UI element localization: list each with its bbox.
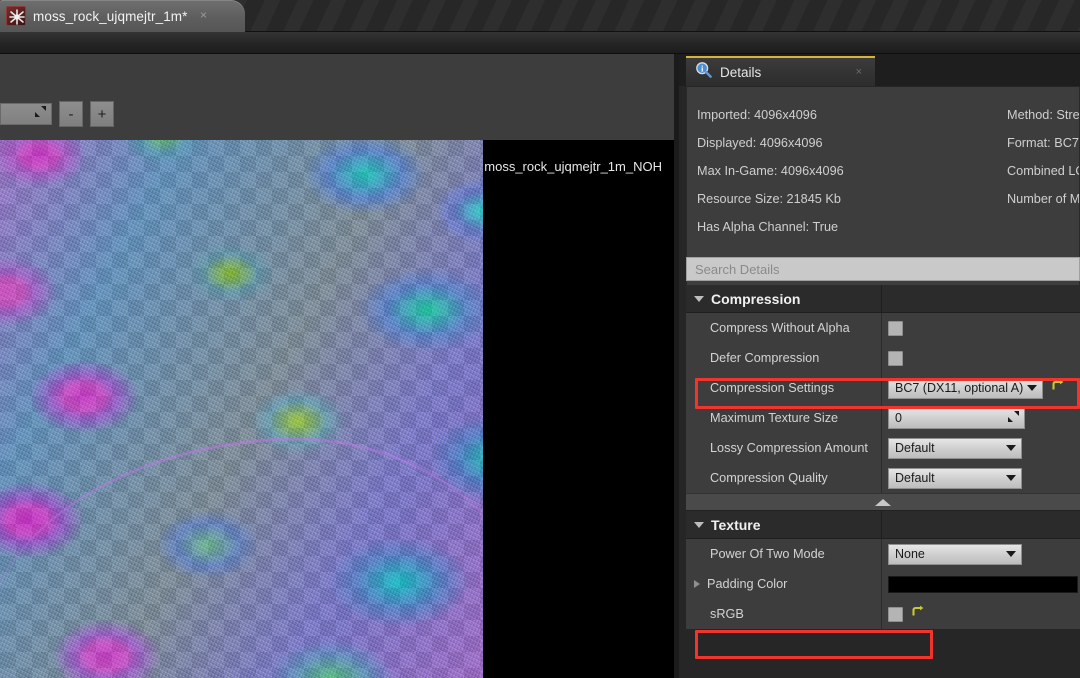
compression-settings-dropdown[interactable]: BC7 (DX11, optional A) <box>888 377 1043 399</box>
prop-value: 0 <box>881 403 1080 433</box>
details-panel: i Details × Imported: 4096x4096 Displaye… <box>679 54 1080 678</box>
chevron-down-icon <box>694 521 704 528</box>
info-method: Method: Strea <box>1007 108 1080 122</box>
section-header-compression[interactable]: Compression <box>686 285 1080 313</box>
expand-arrows-icon <box>34 105 47 123</box>
texture-asset-icon <box>6 6 26 26</box>
prop-label: Compression Settings <box>710 381 835 395</box>
texture-info-left-column: Imported: 4096x4096 Displayed: 4096x4096… <box>697 101 844 241</box>
zoom-value-field[interactable] <box>0 103 52 125</box>
prop-label: Power Of Two Mode <box>710 547 825 561</box>
details-tab-label: Details <box>720 64 762 80</box>
info-format: Format: BC7 <box>1007 136 1079 150</box>
asset-tab-moss-rock[interactable]: moss_rock_ujqmejtr_1m* × <box>0 0 245 32</box>
section-header-texture[interactable]: Texture <box>686 511 1080 539</box>
chevron-down-icon <box>1006 475 1016 481</box>
prop-value: None <box>881 539 1080 569</box>
texture-image <box>0 140 483 678</box>
section-title: Texture <box>711 516 761 533</box>
tab-details[interactable]: i Details × <box>686 56 875 86</box>
prop-label: Compression Quality <box>710 471 828 485</box>
prop-label: Lossy Compression Amount <box>710 441 868 455</box>
row-padding-color[interactable]: Padding Color <box>686 569 1080 599</box>
unreal-texture-editor-window: moss_rock_ujqmejtr_1m* × - + moss_rock_u… <box>0 0 1080 678</box>
info-imported: Imported: 4096x4096 <box>697 108 817 122</box>
prop-label: Padding Color <box>686 569 881 599</box>
chevron-down-icon <box>1006 551 1016 557</box>
row-compression-settings[interactable]: Compression Settings BC7 (DX11, optional… <box>686 373 1080 403</box>
row-compress-without-alpha[interactable]: Compress Without Alpha <box>686 313 1080 343</box>
expand-arrows-icon <box>1007 410 1020 426</box>
row-defer-compression[interactable]: Defer Compression <box>686 343 1080 373</box>
details-info-magnifier-icon: i <box>695 61 712 83</box>
compression-quality-value: Default <box>895 471 935 485</box>
defer-compression-checkbox[interactable] <box>888 350 903 366</box>
chevron-down-icon <box>1027 385 1037 391</box>
row-srgb[interactable]: sRGB <box>686 599 1080 629</box>
prop-label: Compress Without Alpha <box>710 321 850 335</box>
info-max-in-game: Max In-Game: 4096x4096 <box>697 164 844 178</box>
viewport-toolbar: - + <box>0 98 114 130</box>
texture-editor-area: - + moss_rock_ujqmejtr_1m_NOH <box>0 54 674 678</box>
row-compression-quality[interactable]: Compression Quality Default <box>686 463 1080 493</box>
power-of-two-mode-dropdown[interactable]: None <box>888 543 1022 565</box>
srgb-checkbox[interactable] <box>888 606 903 622</box>
compress-without-alpha-checkbox[interactable] <box>888 320 903 336</box>
row-lossy-compression-amount[interactable]: Lossy Compression Amount Default <box>686 433 1080 463</box>
column-splitter <box>881 511 882 539</box>
close-icon[interactable]: × <box>197 9 211 23</box>
asset-tab-label: moss_rock_ujqmejtr_1m* <box>33 8 188 24</box>
row-power-of-two-mode[interactable]: Power Of Two Mode None <box>686 539 1080 569</box>
chevron-down-icon <box>1006 445 1016 451</box>
prop-value: Default <box>881 433 1080 463</box>
search-input[interactable] <box>686 257 1080 281</box>
texture-info-right-column: Method: Strea Format: BC7 Combined LO Nu… <box>1007 101 1080 213</box>
prop-value: Default <box>881 463 1080 493</box>
prop-label: sRGB <box>710 607 744 621</box>
window-titlebar: moss_rock_ujqmejtr_1m* × <box>0 0 1080 32</box>
reset-to-default-icon[interactable] <box>910 605 924 624</box>
zoom-out-button[interactable]: - <box>59 101 83 127</box>
details-tabstrip: i Details × <box>679 54 1080 86</box>
prop-label: Maximum Texture Size <box>710 411 839 425</box>
menu-strip <box>0 32 1080 54</box>
prop-label: Defer Compression <box>710 351 820 365</box>
lossy-compression-amount-dropdown[interactable]: Default <box>888 437 1022 459</box>
row-maximum-texture-size[interactable]: Maximum Texture Size 0 <box>686 403 1080 433</box>
info-displayed: Displayed: 4096x4096 <box>697 136 823 150</box>
power-of-two-mode-value: None <box>895 547 925 561</box>
prop-value <box>881 343 1080 373</box>
info-number-of-mips: Number of Mi <box>1007 192 1080 206</box>
maximum-texture-size-value: 0 <box>895 411 902 425</box>
info-resource-size: Resource Size: 21845 Kb <box>697 192 841 206</box>
viewport-texture-name-label: moss_rock_ujqmejtr_1m_NOH <box>484 159 662 174</box>
chevron-down-icon <box>694 295 704 302</box>
compression-quality-dropdown[interactable]: Default <box>888 467 1022 489</box>
section-collapse-bar[interactable] <box>686 493 1080 511</box>
prop-value <box>881 599 1080 629</box>
chevron-right-icon[interactable] <box>694 580 700 588</box>
lossy-compression-amount-value: Default <box>895 441 935 455</box>
property-list: Compression Compress Without Alpha Defer… <box>686 285 1080 678</box>
padding-color-swatch[interactable] <box>888 575 1078 593</box>
section-title: Compression <box>711 290 801 307</box>
prop-value <box>881 569 1080 599</box>
column-splitter <box>881 285 882 313</box>
zoom-in-button[interactable]: + <box>90 101 114 127</box>
maximum-texture-size-field[interactable]: 0 <box>888 407 1025 429</box>
compression-settings-value: BC7 (DX11, optional A) <box>895 381 1024 395</box>
prop-value: BC7 (DX11, optional A) <box>881 373 1080 403</box>
search-details-row <box>686 257 1080 283</box>
prop-value <box>881 313 1080 343</box>
texture-preview-viewport[interactable]: moss_rock_ujqmejtr_1m_NOH <box>0 140 674 678</box>
collapse-section-icon <box>875 498 891 506</box>
reset-to-default-icon[interactable] <box>1050 379 1064 398</box>
padding-color-label: Padding Color <box>707 577 788 591</box>
info-combined-lod: Combined LO <box>1007 164 1080 178</box>
close-icon[interactable]: × <box>856 66 862 78</box>
info-has-alpha: Has Alpha Channel: True <box>697 220 839 234</box>
